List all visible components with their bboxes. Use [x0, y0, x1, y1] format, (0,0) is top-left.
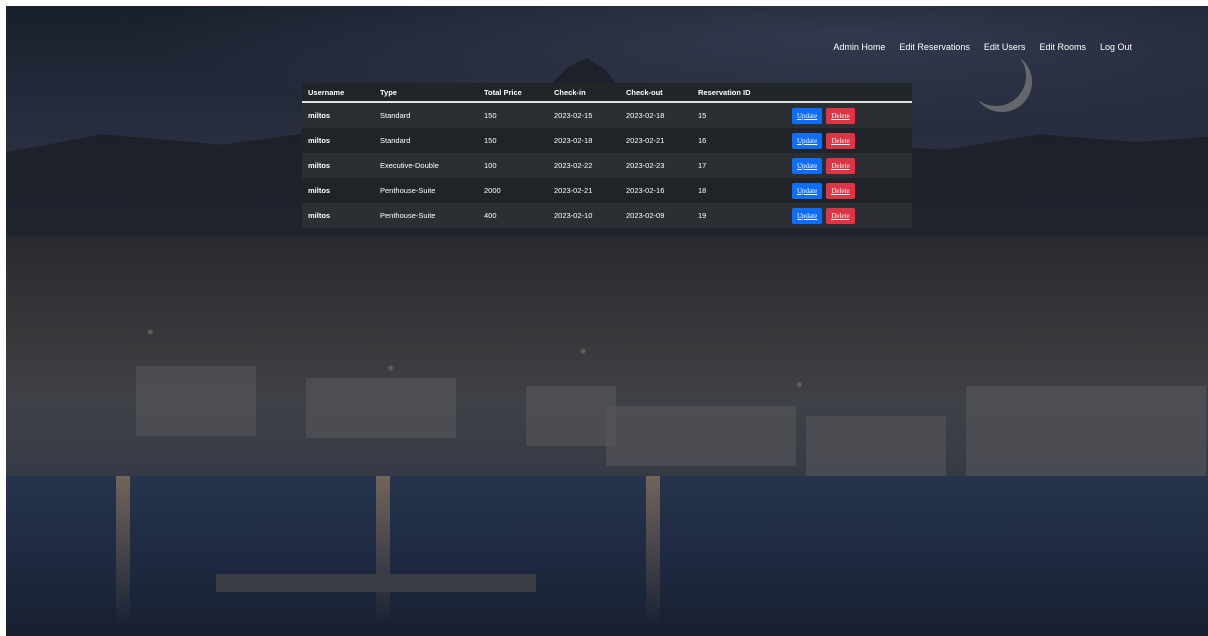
table-header: Username Type Total Price Check-in Check…: [302, 83, 912, 103]
table-row: miltos Executive-Double 100 2023-02-22 2…: [302, 153, 912, 178]
table-row: miltos Penthouse-Suite 2000 2023-02-21 2…: [302, 178, 912, 203]
update-button[interactable]: Update: [792, 182, 823, 199]
cell-total-price: 2000: [484, 186, 501, 195]
cell-username: miltos: [308, 161, 331, 170]
header-actions: [786, 83, 912, 103]
reservations-table: Username Type Total Price Check-in Check…: [302, 83, 912, 228]
update-button[interactable]: Update: [792, 157, 823, 174]
cell-check-out: 2023-02-21: [626, 136, 665, 145]
pier: [216, 574, 536, 592]
cell-actions: Update Delete: [786, 178, 912, 203]
cell-check-in: 2023-02-22: [554, 161, 593, 170]
header-total-price: Total Price: [478, 83, 548, 103]
delete-button[interactable]: Delete: [826, 157, 855, 174]
cell-type: Standard: [380, 136, 411, 145]
delete-button[interactable]: Delete: [826, 132, 855, 149]
light-reflection: [646, 476, 660, 626]
update-button[interactable]: Update: [792, 207, 823, 224]
delete-button[interactable]: Delete: [826, 182, 855, 199]
header-username: Username: [302, 83, 374, 103]
cell-reservation-id: 18: [698, 186, 707, 195]
cell-check-out: 2023-02-23: [626, 161, 665, 170]
cell-type: Executive-Double: [380, 161, 439, 170]
table-row: miltos Standard 150 2023-02-15 2023-02-1…: [302, 102, 912, 128]
cell-username: miltos: [308, 111, 331, 120]
building: [526, 386, 616, 446]
header-type: Type: [374, 83, 478, 103]
light-reflection: [376, 476, 390, 626]
delete-button[interactable]: Delete: [826, 207, 855, 224]
nav-edit-reservations[interactable]: Edit Reservations: [899, 42, 970, 52]
header-reservation-id: Reservation ID: [692, 83, 786, 103]
cell-total-price: 400: [484, 211, 497, 220]
cell-total-price: 150: [484, 111, 497, 120]
cell-check-in: 2023-02-21: [554, 186, 593, 195]
cell-check-in: 2023-02-18: [554, 136, 593, 145]
building: [306, 378, 456, 438]
cell-username: miltos: [308, 211, 331, 220]
cell-reservation-id: 16: [698, 136, 707, 145]
top-navigation: Admin Home Edit Reservations Edit Users …: [833, 42, 1132, 52]
cell-reservation-id: 17: [698, 161, 707, 170]
cell-actions: Update Delete: [786, 102, 912, 128]
cell-check-out: 2023-02-09: [626, 211, 665, 220]
nav-edit-rooms[interactable]: Edit Rooms: [1039, 42, 1086, 52]
cell-actions: Update Delete: [786, 153, 912, 178]
table-row: miltos Standard 150 2023-02-18 2023-02-2…: [302, 128, 912, 153]
cell-actions: Update Delete: [786, 203, 912, 228]
building: [606, 406, 796, 466]
cell-username: miltos: [308, 136, 331, 145]
nav-admin-home[interactable]: Admin Home: [833, 42, 885, 52]
update-button[interactable]: Update: [792, 132, 823, 149]
cell-type: Penthouse-Suite: [380, 186, 436, 195]
cell-reservation-id: 19: [698, 211, 707, 220]
delete-button[interactable]: Delete: [826, 107, 855, 124]
sea: [6, 476, 1208, 636]
update-button[interactable]: Update: [792, 107, 823, 124]
cell-type: Standard: [380, 111, 411, 120]
cell-total-price: 100: [484, 161, 497, 170]
cell-reservation-id: 15: [698, 111, 707, 120]
cell-username: miltos: [308, 186, 331, 195]
light-reflection: [116, 476, 130, 626]
cell-actions: Update Delete: [786, 128, 912, 153]
background-image: Admin Home Edit Reservations Edit Users …: [6, 6, 1208, 636]
header-check-in: Check-in: [548, 83, 620, 103]
building: [136, 366, 256, 436]
nav-edit-users[interactable]: Edit Users: [984, 42, 1026, 52]
cell-check-out: 2023-02-18: [626, 111, 665, 120]
table-row: miltos Penthouse-Suite 400 2023-02-10 20…: [302, 203, 912, 228]
cell-total-price: 150: [484, 136, 497, 145]
moon-icon: [966, 46, 1026, 106]
cell-type: Penthouse-Suite: [380, 211, 436, 220]
cell-check-in: 2023-02-10: [554, 211, 593, 220]
header-check-out: Check-out: [620, 83, 692, 103]
nav-log-out[interactable]: Log Out: [1100, 42, 1132, 52]
cell-check-out: 2023-02-16: [626, 186, 665, 195]
cell-check-in: 2023-02-15: [554, 111, 593, 120]
